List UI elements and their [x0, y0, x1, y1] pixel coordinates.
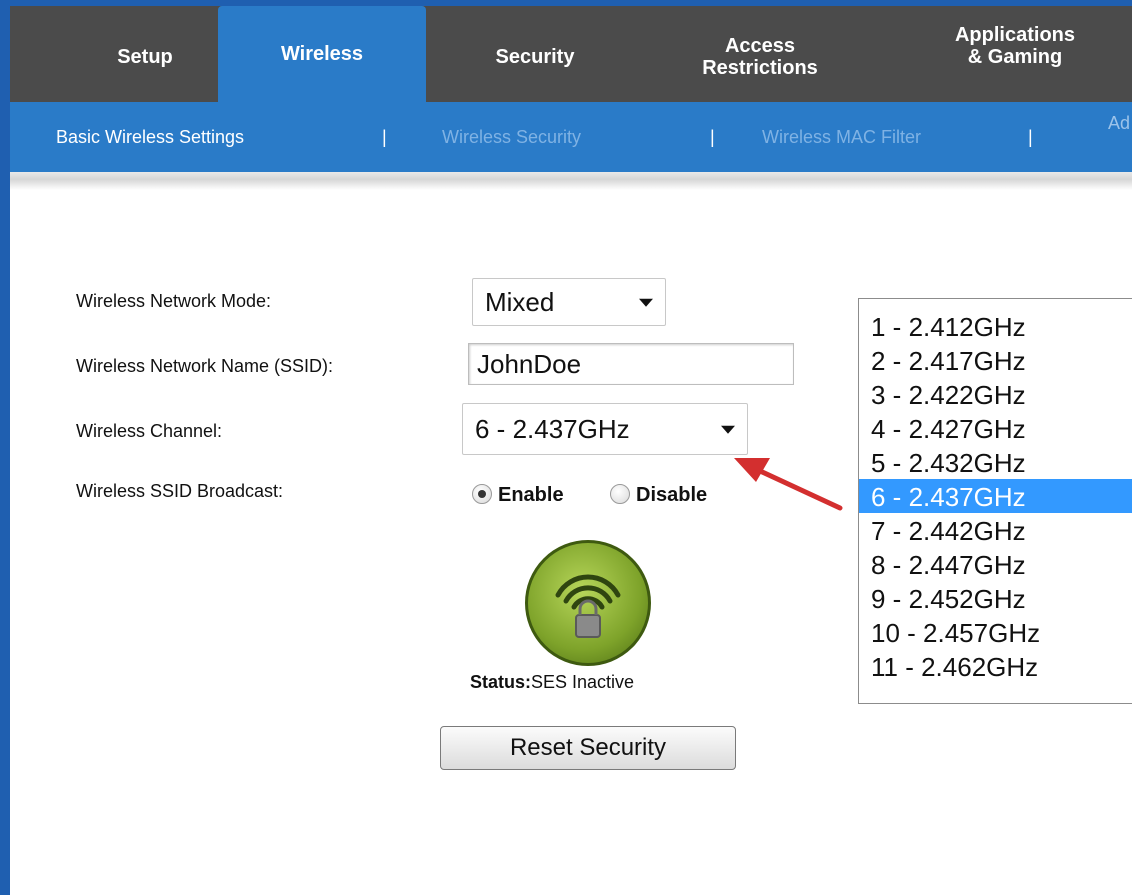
annotation-arrow-icon — [734, 458, 843, 511]
